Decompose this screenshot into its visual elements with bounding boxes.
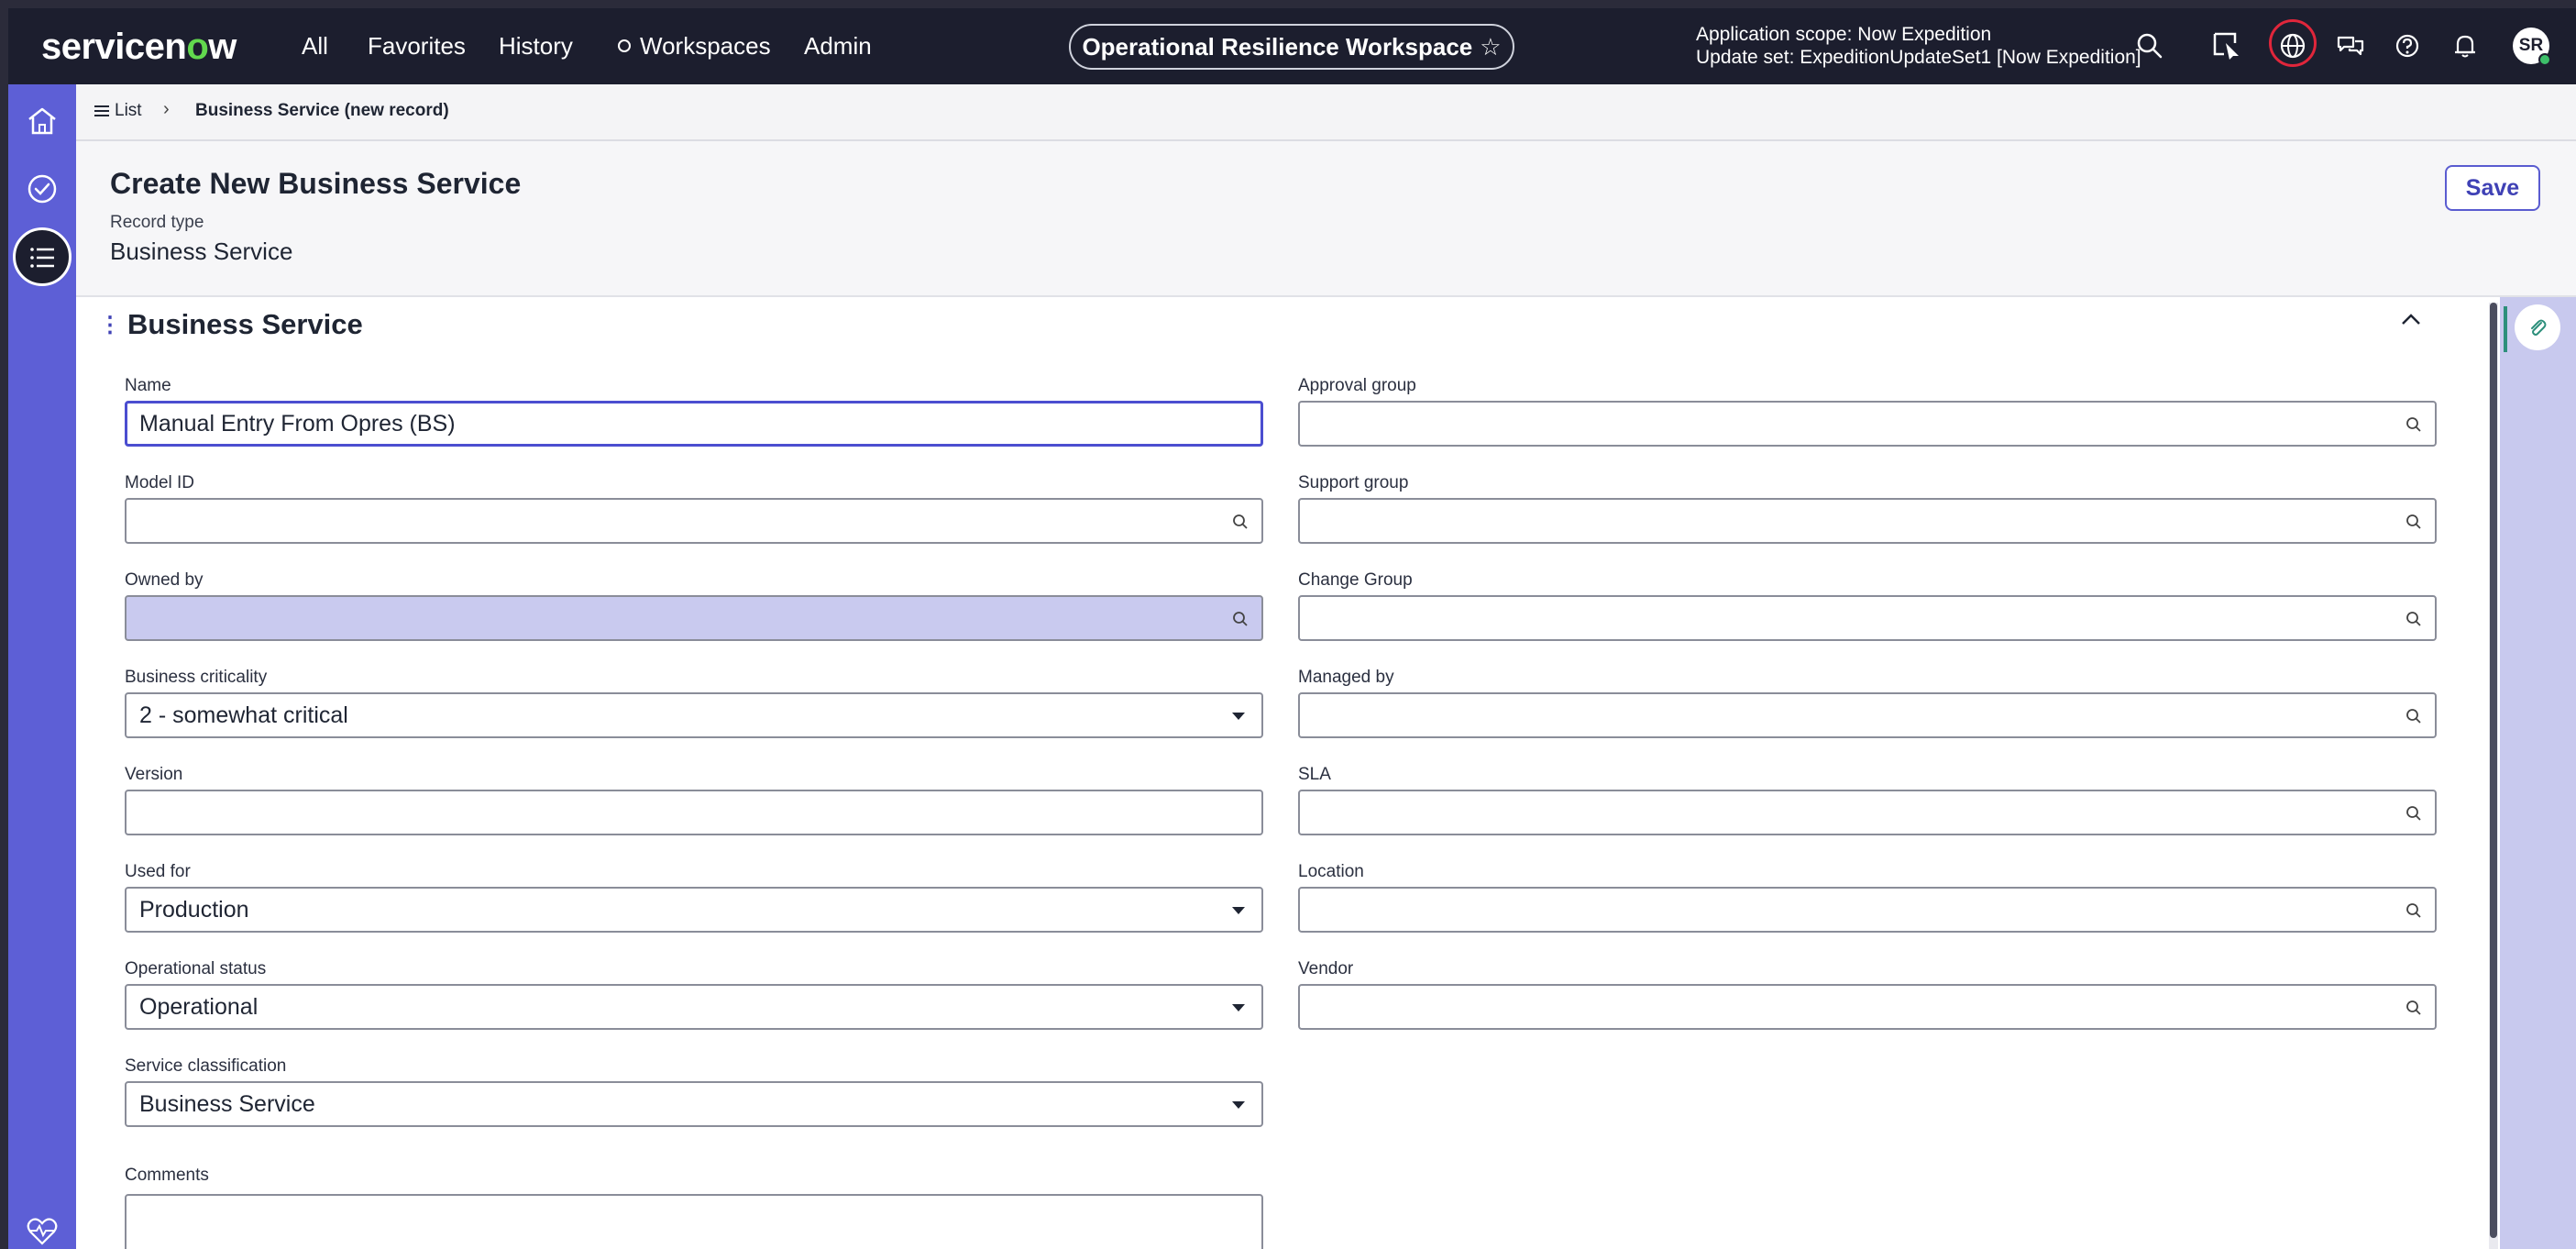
list-nav-active[interactable] bbox=[13, 227, 72, 286]
change-group-field[interactable] bbox=[1298, 595, 2437, 641]
location-label: Location bbox=[1298, 862, 1364, 881]
sla-field[interactable] bbox=[1298, 790, 2437, 835]
breadcrumb-list-label: List bbox=[115, 101, 142, 120]
used-for-label: Used for bbox=[125, 862, 191, 881]
star-icon[interactable]: ☆ bbox=[1480, 33, 1501, 61]
nav-admin[interactable]: Admin bbox=[804, 32, 872, 61]
breadcrumb-current: Business Service (new record) bbox=[195, 101, 449, 120]
search-icon[interactable] bbox=[2405, 611, 2422, 627]
servicenow-logo[interactable]: servicenow bbox=[41, 27, 237, 68]
version-label: Version bbox=[125, 765, 183, 784]
approval-group-field[interactable] bbox=[1298, 401, 2437, 447]
presence-status-dot bbox=[2538, 53, 2551, 66]
chevron-up-icon[interactable] bbox=[2399, 310, 2423, 328]
approval-group-label: Approval group bbox=[1298, 376, 1416, 395]
vendor-label: Vendor bbox=[1298, 959, 1354, 978]
vendor-field[interactable] bbox=[1298, 984, 2437, 1030]
avatar-initials: SR bbox=[2518, 36, 2544, 55]
used-for-select[interactable]: Production bbox=[125, 887, 1263, 933]
user-avatar[interactable]: SR bbox=[2513, 28, 2551, 66]
search-icon[interactable] bbox=[2405, 708, 2422, 724]
dropdown-caret-icon bbox=[1232, 713, 1245, 720]
operational-status-label: Operational status bbox=[125, 959, 267, 978]
search-icon[interactable] bbox=[1232, 611, 1249, 627]
paperclip-icon bbox=[2531, 319, 2547, 336]
attachment-active-marker bbox=[2504, 306, 2507, 352]
managed-by-field[interactable] bbox=[1298, 692, 2437, 738]
breadcrumb: List › Business Service (new record) bbox=[76, 84, 2576, 141]
name-input[interactable]: Manual Entry From Opres (BS) bbox=[125, 401, 1263, 447]
used-for-value: Production bbox=[139, 897, 249, 923]
save-button[interactable]: Save bbox=[2445, 165, 2540, 211]
top-navigation-bar: servicenow All Favorites History Workspa… bbox=[8, 8, 2576, 84]
approvals-icon[interactable] bbox=[24, 171, 61, 207]
record-type-label: Record type bbox=[110, 213, 204, 232]
nav-workspaces[interactable]: Workspaces bbox=[618, 32, 771, 61]
dropdown-caret-icon bbox=[1232, 907, 1245, 914]
change-group-label: Change Group bbox=[1298, 570, 1413, 590]
page-title: Create New Business Service bbox=[110, 167, 522, 200]
workspaces-circle-icon bbox=[618, 39, 631, 53]
list-icon bbox=[30, 248, 54, 268]
scope-line: Application scope: Now Expedition bbox=[1696, 24, 1992, 45]
nav-favorites[interactable]: Favorites bbox=[368, 32, 466, 61]
nav-workspaces-label: Workspaces bbox=[640, 32, 771, 60]
search-icon[interactable] bbox=[2405, 514, 2422, 530]
scrollbar-thumb[interactable] bbox=[2490, 303, 2497, 1238]
chat-icon[interactable] bbox=[2333, 28, 2368, 63]
update-set-line: Update set: ExpeditionUpdateSet1 [Now Ex… bbox=[1696, 47, 2141, 68]
nav-all[interactable]: All bbox=[302, 32, 328, 61]
name-label: Name bbox=[125, 376, 171, 395]
dropdown-caret-icon bbox=[1232, 1004, 1245, 1011]
help-icon[interactable] bbox=[2390, 28, 2425, 63]
business-criticality-select[interactable]: 2 - somewhat critical bbox=[125, 692, 1263, 738]
search-icon[interactable] bbox=[1232, 514, 1249, 530]
comments-textarea[interactable] bbox=[125, 1194, 1263, 1249]
operational-status-select[interactable]: Operational bbox=[125, 984, 1263, 1030]
service-classification-label: Service classification bbox=[125, 1056, 287, 1076]
support-group-label: Support group bbox=[1298, 473, 1409, 492]
model-id-label: Model ID bbox=[125, 473, 195, 492]
search-icon[interactable] bbox=[2405, 1000, 2422, 1016]
contextual-sidebar bbox=[2500, 297, 2576, 1249]
main-content: List › Business Service (new record) Cre… bbox=[76, 84, 2576, 1249]
comments-label: Comments bbox=[125, 1166, 209, 1185]
pointer-icon[interactable] bbox=[2209, 28, 2244, 63]
owned-by-field[interactable] bbox=[125, 595, 1263, 641]
operational-status-value: Operational bbox=[139, 994, 259, 1020]
bell-icon[interactable] bbox=[2448, 28, 2482, 63]
business-criticality-value: 2 - somewhat critical bbox=[139, 702, 348, 728]
section-menu-icon[interactable]: ⋮ bbox=[99, 312, 121, 338]
attachment-button[interactable] bbox=[2515, 304, 2560, 350]
breadcrumb-separator-icon: › bbox=[163, 99, 170, 119]
nav-history[interactable]: History bbox=[499, 32, 573, 61]
list-lines-icon bbox=[94, 105, 109, 116]
support-group-field[interactable] bbox=[1298, 498, 2437, 544]
activity-icon[interactable] bbox=[24, 1212, 61, 1249]
breadcrumb-list-link[interactable]: List bbox=[94, 101, 142, 121]
search-icon[interactable] bbox=[2132, 28, 2167, 63]
workspace-pill[interactable]: Operational Resilience Workspace ☆ bbox=[1069, 24, 1514, 70]
sla-label: SLA bbox=[1298, 765, 1331, 784]
business-criticality-label: Business criticality bbox=[125, 668, 268, 687]
application-scope[interactable]: Application scope: Now Expedition Update… bbox=[1696, 23, 2141, 69]
search-icon[interactable] bbox=[2405, 416, 2422, 433]
service-classification-select[interactable]: Business Service bbox=[125, 1081, 1263, 1127]
record-header: Create New Business Service Record type … bbox=[76, 141, 2576, 297]
service-classification-value: Business Service bbox=[139, 1091, 315, 1117]
managed-by-label: Managed by bbox=[1298, 668, 1394, 687]
record-type-value: Business Service bbox=[110, 238, 293, 265]
search-icon[interactable] bbox=[2405, 902, 2422, 919]
home-icon[interactable] bbox=[24, 103, 61, 139]
owned-by-label: Owned by bbox=[125, 570, 204, 590]
workspace-name: Operational Resilience Workspace bbox=[1082, 33, 1473, 61]
location-field[interactable] bbox=[1298, 887, 2437, 933]
model-id-field[interactable] bbox=[125, 498, 1263, 544]
version-input[interactable] bbox=[125, 790, 1263, 835]
search-icon[interactable] bbox=[2405, 805, 2422, 822]
section-title: Business Service bbox=[127, 308, 363, 340]
globe-icon[interactable] bbox=[2275, 28, 2310, 63]
dropdown-caret-icon bbox=[1232, 1101, 1245, 1109]
left-navigation-rail bbox=[8, 84, 76, 1249]
